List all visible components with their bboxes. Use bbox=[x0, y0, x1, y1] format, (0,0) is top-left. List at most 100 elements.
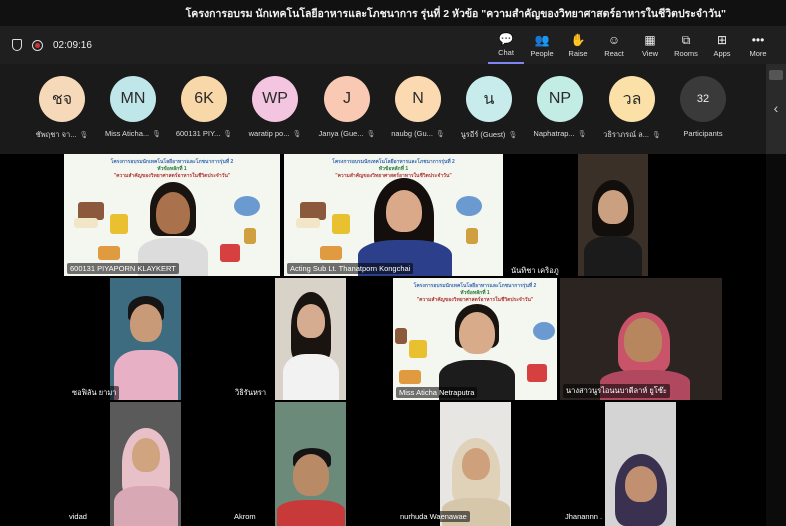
body bbox=[114, 350, 178, 400]
mic-off-icon: 🎙 bbox=[223, 130, 233, 138]
more-icon: ••• bbox=[751, 32, 765, 47]
mic-off-icon: 🎙 bbox=[292, 130, 302, 138]
body bbox=[114, 486, 178, 526]
video-tile[interactable]: โครงการอบรมนักเทคโนโลยีอาหารและโภชนาการร… bbox=[284, 154, 503, 276]
roster-participant[interactable]: 6K 600131 PIY... 🎙 bbox=[169, 76, 239, 138]
video-tile[interactable] bbox=[110, 278, 181, 400]
meeting-toolbar: 02:09:16 💬 Chat 👥 People ✋ Raise ☺ React… bbox=[0, 26, 786, 64]
video-tile[interactable] bbox=[578, 154, 648, 276]
tile-name: Acting Sub Lt. Thanatporn Kongchai bbox=[287, 263, 414, 274]
tile-name: วิธิรันหรา bbox=[232, 386, 270, 400]
participant-name: วธิราภรณ์ ล... bbox=[603, 130, 649, 139]
video-tile[interactable] bbox=[275, 402, 346, 526]
participant-name-row: Miss Aticha... 🎙 bbox=[98, 129, 168, 138]
chevron-left-icon[interactable]: ‹ bbox=[774, 100, 779, 116]
face bbox=[459, 312, 495, 354]
food-image bbox=[399, 370, 421, 384]
people-icon: 👥 bbox=[534, 32, 550, 47]
mic-off-icon: 🎙 bbox=[577, 130, 587, 138]
toolbar-actions: 💬 Chat 👥 People ✋ Raise ☺ React ▦ View ⧉… bbox=[488, 26, 776, 64]
avatar: น bbox=[466, 76, 512, 122]
video-tile[interactable]: นางสาวนูรไอนนบาตีลาห์ ยูโซ๊ะ bbox=[560, 278, 722, 400]
rooms-label: Rooms bbox=[674, 48, 698, 58]
participant-roster: ชจ ชัพฤชา จา... 🎙 MN Miss Aticha... 🎙 6K 6… bbox=[0, 64, 766, 154]
food-image bbox=[110, 214, 128, 234]
recording-icon bbox=[32, 39, 43, 51]
food-image bbox=[466, 228, 478, 244]
apps-label: Apps bbox=[713, 48, 731, 58]
slide-topic: "ความสำคัญของวิทยาศาสตร์อาหารในชีวิตประจ… bbox=[335, 173, 452, 179]
view-button[interactable]: ▦ View bbox=[632, 26, 668, 64]
tile-name: vidad bbox=[66, 511, 90, 522]
raise-hand-button[interactable]: ✋ Raise bbox=[560, 26, 596, 64]
more-button[interactable]: ••• More bbox=[740, 26, 776, 64]
avatar: ชจ bbox=[39, 76, 85, 122]
participant-name: Janya (Gue... bbox=[318, 129, 364, 138]
avatar: J bbox=[324, 76, 370, 122]
avatar: MN bbox=[110, 76, 156, 122]
view-grid-icon: ▦ bbox=[644, 32, 656, 47]
meeting-title: โครงการอบรม นักเทคโนโลยีอาหารและโภชนาการ… bbox=[185, 7, 726, 20]
rooms-button[interactable]: ⧉ Rooms bbox=[668, 26, 704, 64]
tile-name: 600131 PIYAPORN KLAYKERT bbox=[67, 263, 179, 274]
body bbox=[584, 236, 642, 276]
tile-name: nurhuda Waenawae bbox=[397, 511, 470, 522]
mic-off-icon: 🎙 bbox=[79, 132, 89, 139]
raise-hand-icon: ✋ bbox=[570, 32, 586, 47]
participant-count: 32 bbox=[680, 76, 726, 122]
mic-off-icon: 🎙 bbox=[366, 130, 376, 138]
side-panel-toggle[interactable]: ‹ bbox=[766, 64, 786, 154]
shield-icon bbox=[12, 39, 22, 51]
avatar: 6K bbox=[181, 76, 227, 122]
food-image bbox=[409, 340, 427, 358]
participants-label-row: Participants bbox=[668, 129, 738, 138]
roster-participant[interactable]: J Janya (Gue... 🎙 bbox=[312, 76, 382, 138]
video-tile[interactable] bbox=[605, 402, 676, 526]
react-label: React bbox=[604, 48, 624, 58]
food-image bbox=[527, 364, 547, 382]
roster-participant[interactable]: MN Miss Aticha... 🎙 bbox=[98, 76, 168, 138]
tile-name: Jhanannn . bbox=[562, 511, 606, 522]
video-tile[interactable]: โครงการอบรมนักเทคโนโลยีอาหารและโภชนาการร… bbox=[64, 154, 280, 276]
panel-handle-icon bbox=[769, 70, 783, 80]
face bbox=[598, 190, 628, 224]
mic-off-icon: 🎙 bbox=[508, 132, 518, 139]
video-tile[interactable]: โครงการอบรมนักเทคโนโลยีอาหารและโภชนาการร… bbox=[393, 278, 557, 400]
roster-participant[interactable]: ชจ ชัพฤชา จา... 🎙 bbox=[27, 76, 97, 141]
participants-label: Participants bbox=[683, 129, 723, 138]
food-image bbox=[220, 244, 240, 262]
roster-participant[interactable]: WP waratip po... 🎙 bbox=[240, 76, 310, 138]
mic-off-icon: 🎙 bbox=[652, 132, 661, 139]
body bbox=[277, 500, 345, 526]
food-image bbox=[234, 196, 260, 216]
meeting-title-bar: โครงการอบรม นักเทคโนโลยีอาหารและโภชนาการ… bbox=[0, 0, 786, 26]
participant-name-row: waratip po... 🎙 bbox=[240, 129, 310, 138]
roster-participant[interactable]: น นูรอีร์ (Guest) 🎙 bbox=[454, 76, 524, 141]
people-button[interactable]: 👥 People bbox=[524, 26, 560, 64]
video-tile[interactable] bbox=[110, 402, 181, 526]
meeting-timer: 02:09:16 bbox=[53, 39, 92, 51]
roster-participant[interactable]: N naubg (Gu... 🎙 bbox=[383, 76, 453, 138]
roster-participant[interactable]: วล วธิราภรณ์ ล... 🎙 bbox=[597, 76, 667, 141]
food-image bbox=[98, 246, 120, 260]
participant-name: ชัพฤชา จา... bbox=[35, 130, 77, 139]
view-label: View bbox=[641, 48, 659, 58]
face bbox=[462, 448, 490, 480]
apps-button[interactable]: ⊞ Apps bbox=[704, 26, 740, 64]
video-tile[interactable] bbox=[275, 278, 346, 400]
participants-overflow-button[interactable]: 32 Participants bbox=[668, 76, 738, 138]
avatar: NP bbox=[537, 76, 583, 122]
video-tile[interactable] bbox=[440, 402, 511, 526]
participant-name: Miss Aticha... bbox=[104, 129, 150, 138]
participant-name: naubg (Gu... bbox=[391, 129, 433, 138]
chat-button[interactable]: 💬 Chat bbox=[488, 26, 524, 64]
react-button[interactable]: ☺ React bbox=[596, 26, 632, 64]
food-image bbox=[320, 246, 342, 260]
face bbox=[293, 454, 329, 496]
more-label: More bbox=[749, 48, 767, 58]
roster-participant[interactable]: NP Naphatrap... 🎙 bbox=[525, 76, 595, 138]
slide-topic: "ความสำคัญของวิทยาศาสตร์อาหารในชีวิตประจ… bbox=[416, 297, 534, 303]
face bbox=[297, 304, 325, 338]
tile-name: นางสาวนูรไอนนบาตีลาห์ ยูโซ๊ะ bbox=[563, 384, 670, 398]
food-image bbox=[296, 218, 320, 228]
